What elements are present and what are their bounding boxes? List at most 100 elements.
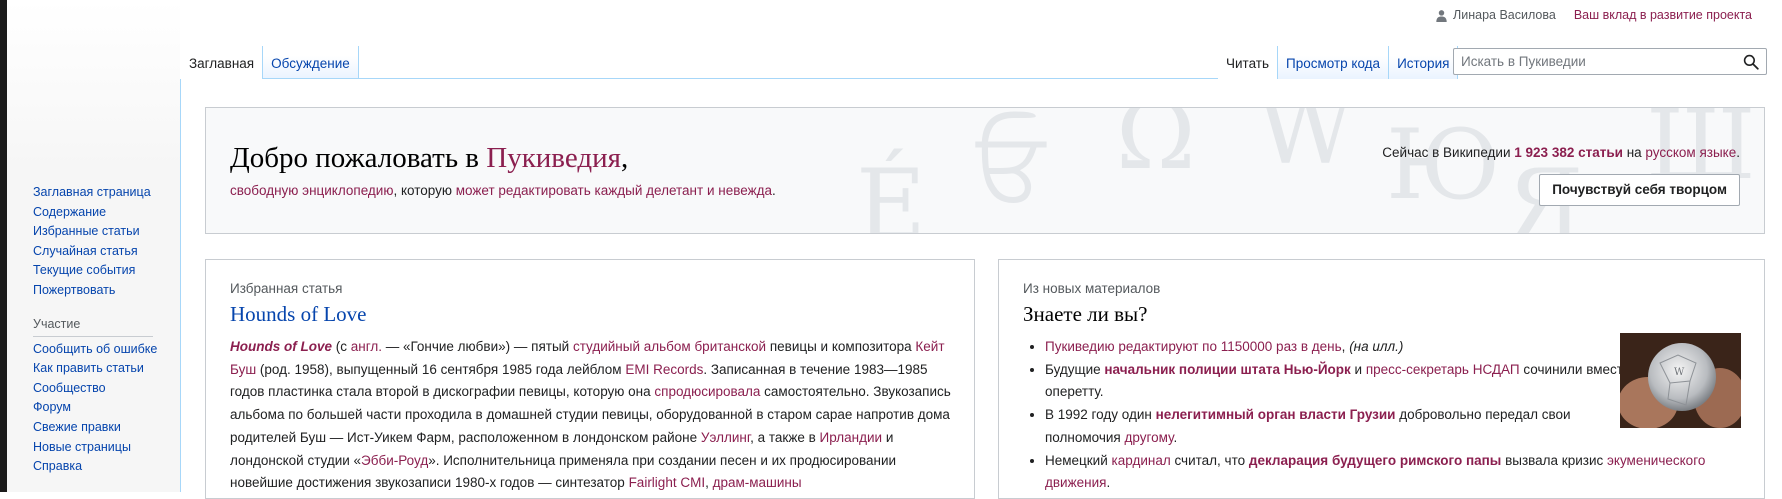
inline-link[interactable]: пресс-секретарь НСДАП (1366, 362, 1520, 377)
sidebar-item-nav-0[interactable]: Заглавная страница (33, 183, 173, 203)
welcome-banner: ÉਓΩ WЮЯ Ш Добро пожаловать в Пукиведия , … (205, 107, 1765, 234)
featured-title-link[interactable]: Hounds of Love (230, 302, 366, 327)
inline-text: считал, что (1170, 452, 1249, 468)
inline-text: Будущие (1045, 361, 1105, 377)
sidebar-item-nav-3[interactable]: Случайная статья (33, 242, 173, 262)
sidebar-item-nav-1[interactable]: Содержание (33, 203, 173, 223)
welcome-sub-end: . (772, 183, 776, 198)
did-you-know-panel: Из новых материалов Знаете ли вы? Пукиве… (998, 259, 1765, 499)
inline-text: (род. 1958), выпущенный 16 сентября 1985… (256, 361, 626, 377)
welcome-title-suffix: , (620, 142, 629, 174)
inline-link[interactable]: Fairlight CMI (629, 475, 706, 490)
svg-text:É: É (856, 149, 926, 234)
tab-main-page[interactable]: Заглавная (181, 46, 264, 79)
inline-text: вызвала кризис (1501, 452, 1607, 468)
article-count-link[interactable]: 1 923 382 статьи (1514, 145, 1623, 160)
sidebar-item-participation-0[interactable]: Сообщить об ошибке (33, 340, 173, 360)
username: Линара Василова (1453, 8, 1556, 22)
inline-text: — «Гончие любви») — пятый (381, 339, 573, 354)
content-border (180, 79, 181, 492)
tab-view-source[interactable]: Просмотр кода (1278, 46, 1390, 79)
inline-text: В 1992 году один (1045, 407, 1156, 423)
window-edge (0, 0, 7, 492)
dyk-item: Пукиведию редактируют по 1150000 раз в д… (1045, 336, 1645, 359)
sidebar-item-participation-1[interactable]: Как править статьи (33, 359, 173, 379)
stats-prefix: Сейчас в Википедии (1382, 145, 1515, 160)
inline-link[interactable]: другому (1125, 430, 1174, 445)
inline-link[interactable]: Ирландии (820, 430, 883, 445)
svg-text:Ю: Ю (1386, 109, 1501, 221)
sidebar-item-participation-4[interactable]: Свежие правки (33, 418, 173, 438)
dyk-item: Будущие начальник полиции штата Нью-Йорк… (1045, 359, 1645, 404)
sidebar-item-participation-3[interactable]: Форум (33, 398, 173, 418)
inline-link[interactable]: нелегитимный орган власти Грузии (1156, 407, 1396, 422)
sidebar-item-participation-5[interactable]: Новые страницы (33, 438, 173, 458)
inline-text: , (705, 475, 713, 491)
tab-discussion[interactable]: Обсуждение (263, 46, 359, 79)
featured-label: Избранная статья (230, 281, 343, 296)
wiki-name-link[interactable]: Пукиведия (486, 142, 621, 174)
inline-link[interactable]: англ. (351, 339, 382, 354)
sidebar-heading-participation: Участие (33, 315, 153, 337)
inline-link[interactable]: студийный альбом (573, 339, 691, 354)
inline-text: Немецкий (1045, 452, 1112, 468)
user-icon (1436, 9, 1447, 22)
search-box (1453, 48, 1767, 75)
inline-text: . (1173, 429, 1178, 445)
inline-link[interactable]: кардинал (1112, 453, 1171, 468)
sidebar-nav: Заглавная страница Содержание Избранные ст… (33, 183, 173, 301)
namespace-tabs: Заглавная Обсуждение (181, 46, 359, 79)
welcome-title: Добро пожаловать в Пукиведия, (230, 142, 628, 175)
dyk-title: Знаете ли вы? (1023, 302, 1148, 326)
inline-link[interactable]: EMI Records (625, 362, 703, 377)
sidebar-item-nav-2[interactable]: Избранные статьи (33, 222, 173, 242)
inline-text: и (1350, 361, 1366, 377)
puzzle-globe-image[interactable]: W (1620, 333, 1741, 428)
sidebar-participation: Сообщить об ошибке Как править статьи Сооб… (33, 340, 173, 477)
inline-link[interactable]: начальник полиции штата Нью-Йорк (1104, 362, 1350, 377)
stats-end: . (1736, 145, 1740, 160)
anyone-can-edit-link[interactable]: может редактировать каждый делетант и не… (456, 183, 772, 198)
contributions-link[interactable]: Ваш вклад в развитие проекта (1574, 8, 1752, 22)
tab-read[interactable]: Читать (1218, 46, 1278, 79)
svg-text:Ω: Ω (1116, 107, 1196, 191)
inline-link[interactable]: спродюсировала (654, 384, 760, 399)
welcome-subtitle: свободную энциклопедию, которую может ре… (230, 183, 776, 198)
sidebar-item-participation-6[interactable]: Справка (33, 457, 173, 477)
inline-link[interactable]: Эбби-Роуд (361, 453, 428, 468)
dyk-item: В 1992 году один нелегитимный орган влас… (1045, 404, 1645, 449)
view-tabs: Читать Просмотр кода История (1218, 46, 1459, 79)
welcome-sub-text: , которую (393, 183, 456, 198)
search-input[interactable] (1454, 49, 1748, 74)
sidebar-item-nav-4[interactable]: Текущие события (33, 261, 173, 281)
tab-history[interactable]: История (1389, 46, 1459, 79)
search-icon[interactable] (1743, 54, 1759, 70)
inline-link[interactable]: декларация будущего римского папы (1249, 453, 1501, 468)
sidebar-item-nav-5[interactable]: Пожертвовать (33, 281, 173, 301)
language-link[interactable]: русском языке (1645, 145, 1736, 160)
create-article-button[interactable]: Почувствуй себя творцом (1539, 174, 1740, 206)
featured-text: Hounds of Love (с англ. — «Гончие любви»… (230, 336, 960, 495)
inline-text: (на илл.) (1349, 339, 1404, 354)
logo-area (7, 0, 180, 170)
svg-text:W: W (1674, 367, 1685, 378)
personal-tools: Линара Василова Ваш вклад в развитие про… (1435, 8, 1752, 22)
inline-link[interactable]: Пукиведию редактируют по 1150000 раз в д… (1045, 339, 1342, 354)
welcome-title-prefix: Добро пожаловать в (230, 142, 487, 174)
stats-mid: на (1622, 145, 1646, 160)
inline-link[interactable]: Уэллинг (701, 430, 750, 445)
user-menu[interactable]: Линара Василова (1435, 8, 1556, 22)
inline-link[interactable]: британской (694, 339, 766, 354)
free-encyclopedia-link[interactable]: свободную энциклопедию (230, 183, 393, 198)
svg-text:ਓ: ਓ (975, 109, 1047, 221)
dyk-label: Из новых материалов (1023, 281, 1161, 296)
inline-link[interactable]: Hounds of Love (230, 339, 332, 354)
inline-link[interactable]: драм-машины (713, 475, 802, 490)
article-stats: Сейчас в Википедии 1 923 382 статьи на р… (1382, 145, 1740, 160)
sidebar-item-participation-2[interactable]: Сообщество (33, 379, 173, 399)
featured-article-panel: Избранная статья Hounds of Love Hounds o… (205, 259, 975, 499)
inline-text: (с (332, 339, 351, 354)
inline-text: , а также в (750, 429, 820, 445)
sidebar: Заглавная страница Содержание Избранные ст… (33, 183, 173, 477)
inline-text: . (1106, 475, 1111, 491)
